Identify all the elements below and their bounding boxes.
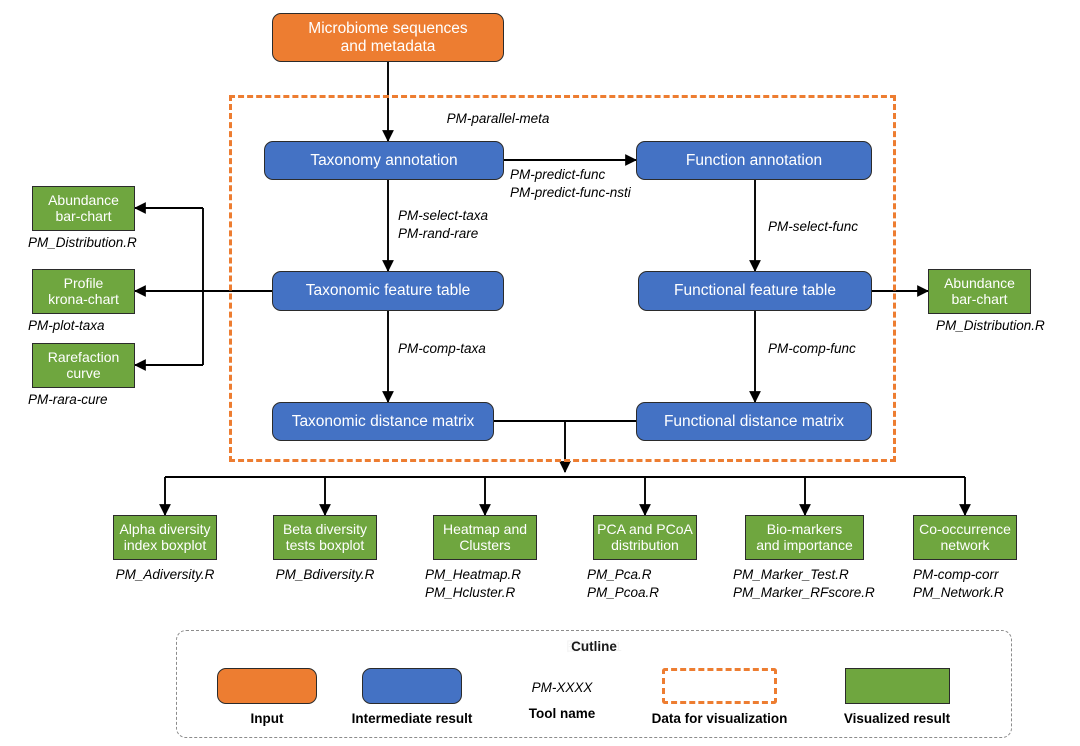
legend-item-data-for-visualization: Data for visualization bbox=[627, 668, 812, 726]
tool-label-pm-plot-taxa: PM-plot-taxa bbox=[28, 318, 105, 333]
edge-label-parallel-meta: PM-parallel-meta bbox=[446, 111, 550, 126]
edge-label-select-func: PM-select-func bbox=[768, 219, 859, 234]
legend-swatch-tool-name bbox=[512, 668, 612, 680]
tool-label-pm-marker: PM_Marker_Test.R PM_Marker_RFscore.R bbox=[733, 567, 875, 600]
tool-label-pm-bdiversity: PM_Bdiversity.R bbox=[275, 567, 375, 582]
workflow-diagram: Microbiome sequences and metadata Taxono… bbox=[0, 0, 1080, 746]
legend-label-tool-name: Tool name bbox=[528, 706, 596, 721]
legend-title: Cutline bbox=[571, 639, 617, 654]
edge-label-comp-func: PM-comp-func bbox=[768, 341, 856, 356]
legend-label-intermediate: Intermediate result bbox=[351, 711, 473, 726]
legend-label-input: Input bbox=[250, 711, 284, 726]
legend-item-visualized-result: Visualized result bbox=[817, 668, 977, 726]
legend-swatch-input bbox=[217, 668, 317, 704]
node-output-beta-diversity[interactable]: Beta diversity tests boxplot bbox=[273, 515, 377, 560]
tool-label-pm-rara-cure: PM-rara-cure bbox=[28, 392, 108, 407]
node-output-abundance-bar-chart-taxa[interactable]: Abundance bar-chart bbox=[32, 186, 135, 231]
legend-swatch-intermediate bbox=[362, 668, 462, 704]
legend-item-intermediate: Intermediate result bbox=[332, 668, 492, 726]
node-output-rarefaction-curve[interactable]: Rarefaction curve bbox=[32, 343, 135, 388]
tool-label-pm-network: PM-comp-corr PM_Network.R bbox=[913, 567, 1004, 600]
node-output-abundance-bar-chart-func[interactable]: Abundance bar-chart bbox=[928, 269, 1031, 314]
node-functional-distance-matrix[interactable]: Functional distance matrix bbox=[636, 402, 872, 441]
legend-item-input: Input bbox=[207, 668, 327, 726]
node-input-microbiome-sequences[interactable]: Microbiome sequences and metadata bbox=[272, 13, 504, 62]
tool-label-pm-heatmap-hcluster: PM_Heatmap.R PM_Hcluster.R bbox=[425, 567, 522, 600]
node-output-alpha-diversity[interactable]: Alpha diversity index boxplot bbox=[113, 515, 217, 560]
legend-label-visualized-result: Visualized result bbox=[843, 711, 951, 726]
node-output-bio-markers[interactable]: Bio-markers and importance bbox=[745, 515, 864, 560]
legend-panel: 图例 · 1/1 Cutline Input Intermediate resu… bbox=[176, 630, 1012, 738]
node-output-co-occurrence-network[interactable]: Co-occurrence network bbox=[913, 515, 1017, 560]
node-output-heatmap-clusters[interactable]: Heatmap and Clusters bbox=[433, 515, 537, 560]
tool-label-pm-adiversity: PM_Adiversity.R bbox=[115, 567, 215, 582]
legend-swatch-visualized-result bbox=[844, 668, 950, 704]
tool-label-pm-distribution-taxa: PM_Distribution.R bbox=[28, 235, 137, 250]
node-output-profile-krona-chart[interactable]: Profile krona-chart bbox=[32, 269, 135, 314]
node-output-pca-pcoa[interactable]: PCA and PCoA distribution bbox=[593, 515, 697, 560]
tool-label-pm-distribution-func: PM_Distribution.R bbox=[936, 318, 1045, 333]
edge-label-select-taxa: PM-select-taxa PM-rand-rare bbox=[398, 208, 489, 241]
node-taxonomic-distance-matrix[interactable]: Taxonomic distance matrix bbox=[272, 402, 494, 441]
legend-label-data-for-visualization: Data for visualization bbox=[651, 711, 788, 726]
tool-label-pm-pca-pcoa: PM_Pca.R PM_Pcoa.R bbox=[587, 567, 660, 600]
node-functional-feature-table[interactable]: Functional feature table bbox=[638, 271, 872, 311]
edge-label-comp-taxa: PM-comp-taxa bbox=[398, 341, 486, 356]
node-taxonomy-annotation[interactable]: Taxonomy annotation bbox=[264, 141, 504, 180]
edge-label-predict-func: PM-predict-func PM-predict-func-nsti bbox=[510, 167, 631, 200]
legend-item-tool-name: PM-XXXX Tool name bbox=[497, 668, 627, 721]
legend-sample-tool-name: PM-XXXX bbox=[531, 680, 593, 695]
node-taxonomic-feature-table[interactable]: Taxonomic feature table bbox=[272, 271, 504, 311]
legend-swatch-data-for-visualization bbox=[662, 668, 777, 704]
